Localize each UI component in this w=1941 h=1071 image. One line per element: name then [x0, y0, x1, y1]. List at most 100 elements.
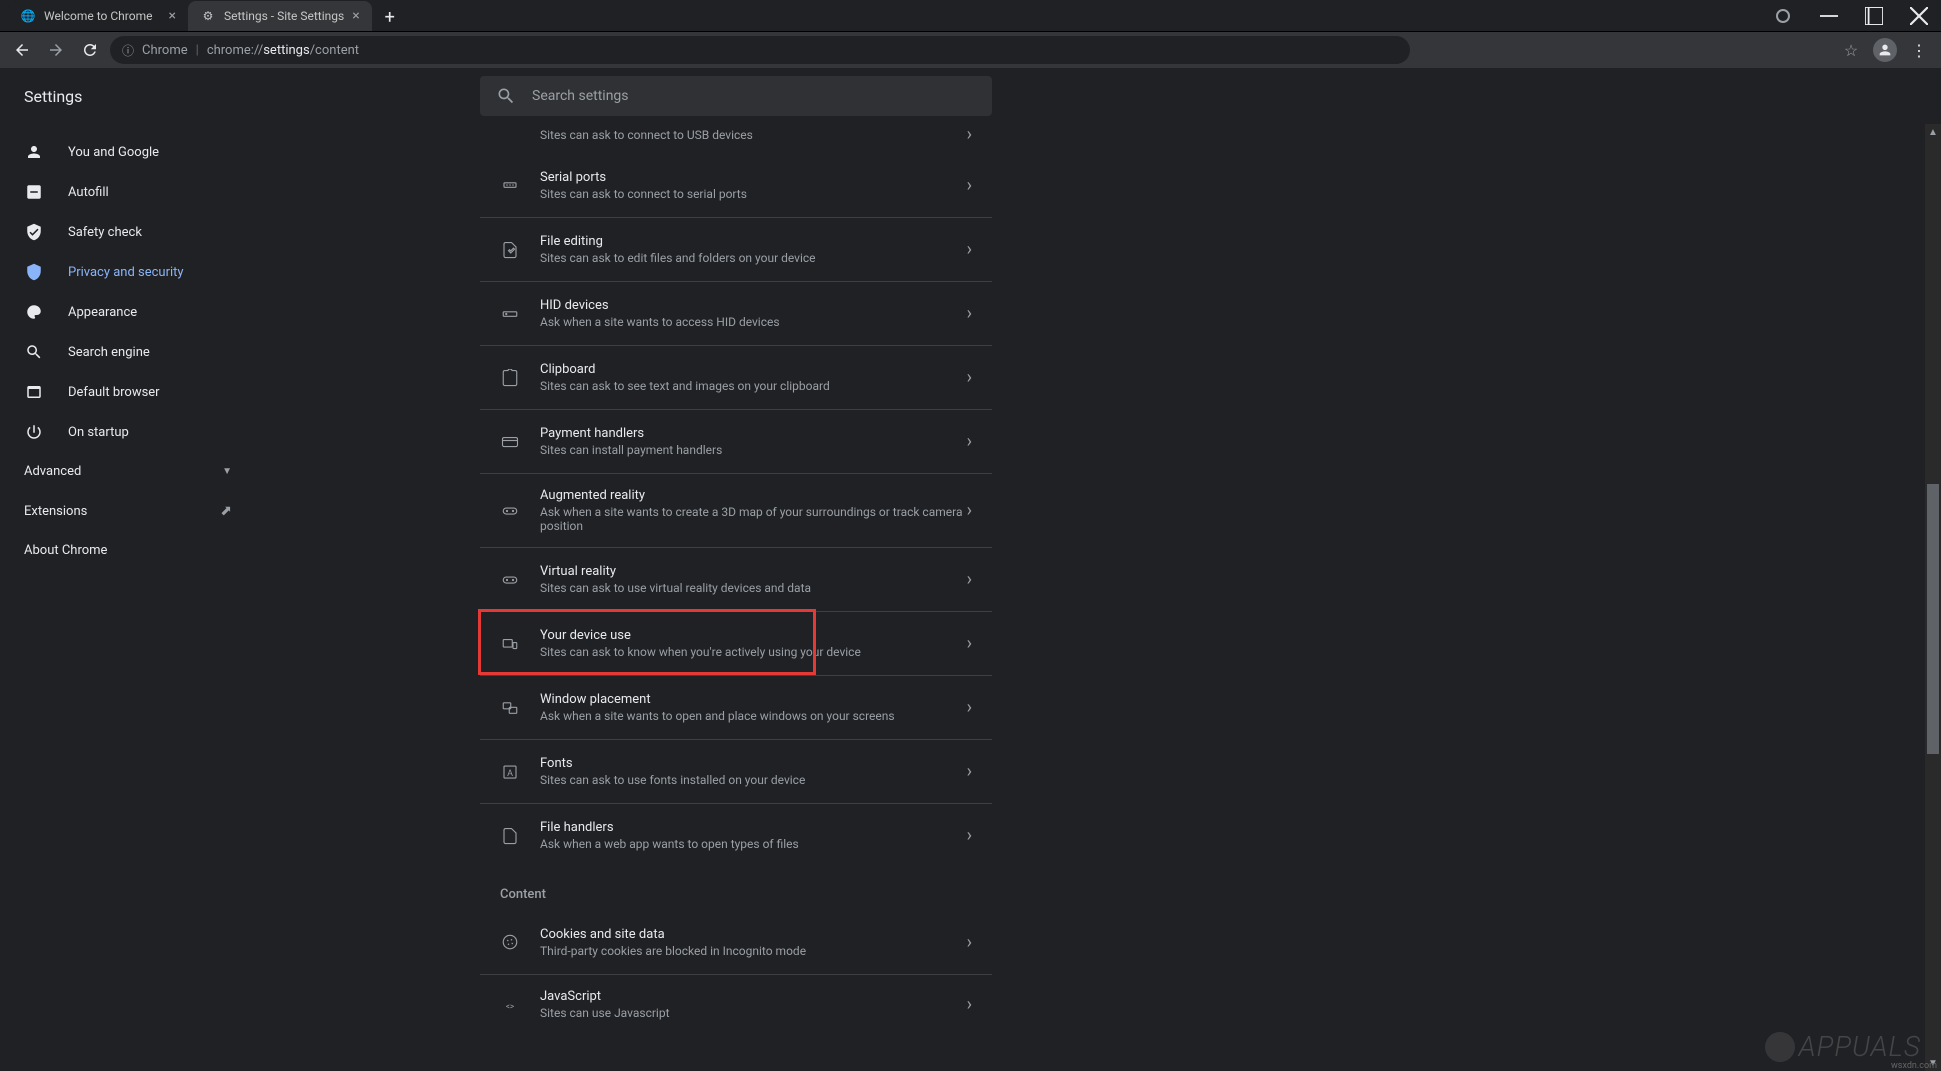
person-icon	[24, 143, 44, 161]
maximize-button[interactable]	[1851, 0, 1896, 32]
setting-row-file-edit[interactable]: File editing Sites can ask to edit files …	[480, 217, 992, 281]
tab-welcome[interactable]: 🌐 Welcome to Chrome ×	[8, 1, 188, 31]
search-icon	[496, 86, 516, 106]
setting-desc: Ask when a site wants to create a 3D map…	[540, 505, 967, 533]
setting-row-clipboard[interactable]: ClipboardSites can ask to see text and i…	[480, 345, 992, 409]
site-info-icon[interactable]: ⓘ	[122, 42, 134, 59]
sidebar-item-you-and-google[interactable]: You and Google	[0, 132, 248, 172]
setting-title: File handlers	[540, 820, 967, 835]
profile-button[interactable]	[1873, 38, 1897, 62]
usb-icon	[500, 125, 520, 145]
setting-title: File editing	[540, 234, 967, 249]
sidebar-extensions-link[interactable]: Extensions ⬈	[0, 491, 256, 531]
setting-desc: Third-party cookies are blocked in Incog…	[540, 944, 967, 958]
setting-desc: Sites can ask to edit files and folders …	[540, 251, 967, 265]
tab-search-icon[interactable]	[1776, 9, 1790, 23]
setting-desc: Ask when a web app wants to open types o…	[540, 837, 967, 851]
chevron-right-icon: ›	[967, 303, 972, 324]
sidebar-about-link[interactable]: About Chrome	[0, 531, 256, 570]
chevron-right-icon: ›	[967, 175, 972, 196]
setting-row-device-use[interactable]: Your device useSites can ask to know whe…	[480, 611, 992, 675]
reload-button[interactable]	[76, 36, 104, 64]
settings-header: Settings	[0, 68, 1941, 124]
setting-title: Virtual reality	[540, 564, 967, 579]
setting-row-fonts[interactable]: AFontsSites can ask to use fonts install…	[480, 739, 992, 803]
setting-row-window[interactable]: Window placement Ask when a site wants to…	[480, 675, 992, 739]
watermark-logo-icon	[1765, 1032, 1795, 1062]
setting-row-file-handler[interactable]: File handlers Ask when a web app wants to…	[480, 803, 992, 867]
sidebar-advanced-toggle[interactable]: Advanced ▼	[0, 452, 256, 491]
sidebar-item-label: Autofill	[68, 185, 109, 200]
new-tab-button[interactable]: +	[376, 3, 404, 31]
search-input[interactable]	[532, 88, 976, 104]
setting-desc: Ask when a site wants to open and place …	[540, 709, 967, 723]
close-icon[interactable]: ×	[169, 8, 176, 24]
scroll-up-button[interactable]: ▲	[1925, 124, 1941, 140]
chevron-right-icon: ›	[967, 239, 972, 260]
tab-settings[interactable]: ⚙ Settings - Site Settings ×	[188, 1, 372, 31]
setting-title: Window placement	[540, 692, 967, 707]
scrollbar-thumb[interactable]	[1927, 484, 1939, 754]
close-icon[interactable]: ×	[352, 8, 359, 24]
setting-title: Augmented reality	[540, 488, 967, 503]
window-icon	[500, 698, 520, 718]
bookmark-button[interactable]: ☆	[1837, 36, 1865, 64]
tab-title: Settings - Site Settings	[224, 9, 344, 23]
tab-title: Welcome to Chrome	[44, 9, 161, 23]
chevron-down-icon: ▼	[222, 466, 232, 477]
setting-row-vr[interactable]: Virtual realitySites can ask to use virt…	[480, 547, 992, 611]
gear-icon: ⚙	[200, 8, 216, 24]
serial-icon	[500, 175, 520, 195]
hid-icon	[500, 304, 520, 324]
menu-button[interactable]: ⋮	[1905, 36, 1933, 64]
chevron-right-icon: ›	[967, 367, 972, 388]
sidebar-item-default-browser[interactable]: Default browser	[0, 372, 248, 412]
chevron-right-icon: ›	[967, 500, 972, 521]
browser-toolbar: ⓘ Chrome | chrome://settings/content ☆ ⋮	[0, 32, 1941, 68]
url-prefix: Chrome	[142, 43, 188, 58]
fonts-icon: A	[500, 762, 520, 782]
watermark: APPUALS	[1765, 1030, 1921, 1063]
safety-icon	[24, 223, 44, 241]
sidebar-item-label: Safety check	[68, 225, 142, 240]
setting-desc: Sites can ask to see text and images on …	[540, 379, 967, 393]
setting-title: Cookies and site data	[540, 927, 967, 942]
file-edit-icon	[500, 240, 520, 260]
sidebar-item-label: Search engine	[68, 345, 150, 360]
setting-row-cookie[interactable]: Cookies and site data Third-party cookies…	[480, 910, 992, 974]
scrollbar[interactable]: ▲ ▼	[1925, 124, 1941, 1071]
external-link-icon: ⬈	[220, 503, 232, 519]
globe-icon: 🌐	[20, 8, 36, 24]
setting-desc: Sites can install payment handlers	[540, 443, 967, 457]
window-controls	[1776, 0, 1941, 31]
search-settings-box[interactable]	[480, 76, 992, 116]
setting-row-serial[interactable]: Serial portsSites can ask to connect to …	[480, 153, 992, 217]
chevron-right-icon: ›	[967, 932, 972, 953]
close-window-button[interactable]	[1896, 0, 1941, 32]
svg-text:<>: <>	[506, 1001, 515, 1011]
setting-row-hid[interactable]: HID devicesAsk when a site wants to acce…	[480, 281, 992, 345]
sidebar-item-appearance[interactable]: Appearance	[0, 292, 248, 332]
address-bar[interactable]: ⓘ Chrome | chrome://settings/content	[110, 36, 1410, 64]
sidebar-item-safety-check[interactable]: Safety check	[0, 212, 248, 252]
sidebar-item-search-engine[interactable]: Search engine	[0, 332, 248, 372]
setting-row-usb[interactable]: Sites can ask to connect to USB devices …	[480, 124, 992, 153]
browser-icon	[24, 383, 44, 401]
sidebar-item-on-startup[interactable]: On startup	[0, 412, 248, 452]
sidebar-item-autofill[interactable]: Autofill	[0, 172, 248, 212]
minimize-button[interactable]	[1806, 0, 1851, 32]
autofill-icon	[24, 183, 44, 201]
payment-icon	[500, 432, 520, 452]
setting-title: Fonts	[540, 756, 967, 771]
forward-button[interactable]	[42, 36, 70, 64]
setting-row-payment[interactable]: Payment handlers Sites can install paymen…	[480, 409, 992, 473]
setting-row-ar[interactable]: Augmented reality Ask when a site wants t…	[480, 473, 992, 547]
tab-strip: 🌐 Welcome to Chrome × ⚙ Settings - Site …	[0, 0, 404, 31]
setting-row-js[interactable]: <>JavaScriptSites can use Javascript›	[480, 974, 992, 1022]
back-button[interactable]	[8, 36, 36, 64]
sidebar-item-privacy-security[interactable]: Privacy and security	[0, 252, 248, 292]
setting-title: Payment handlers	[540, 426, 967, 441]
chevron-right-icon: ›	[967, 994, 972, 1015]
sidebar-item-label: Appearance	[68, 305, 137, 320]
ar-icon	[500, 501, 520, 521]
